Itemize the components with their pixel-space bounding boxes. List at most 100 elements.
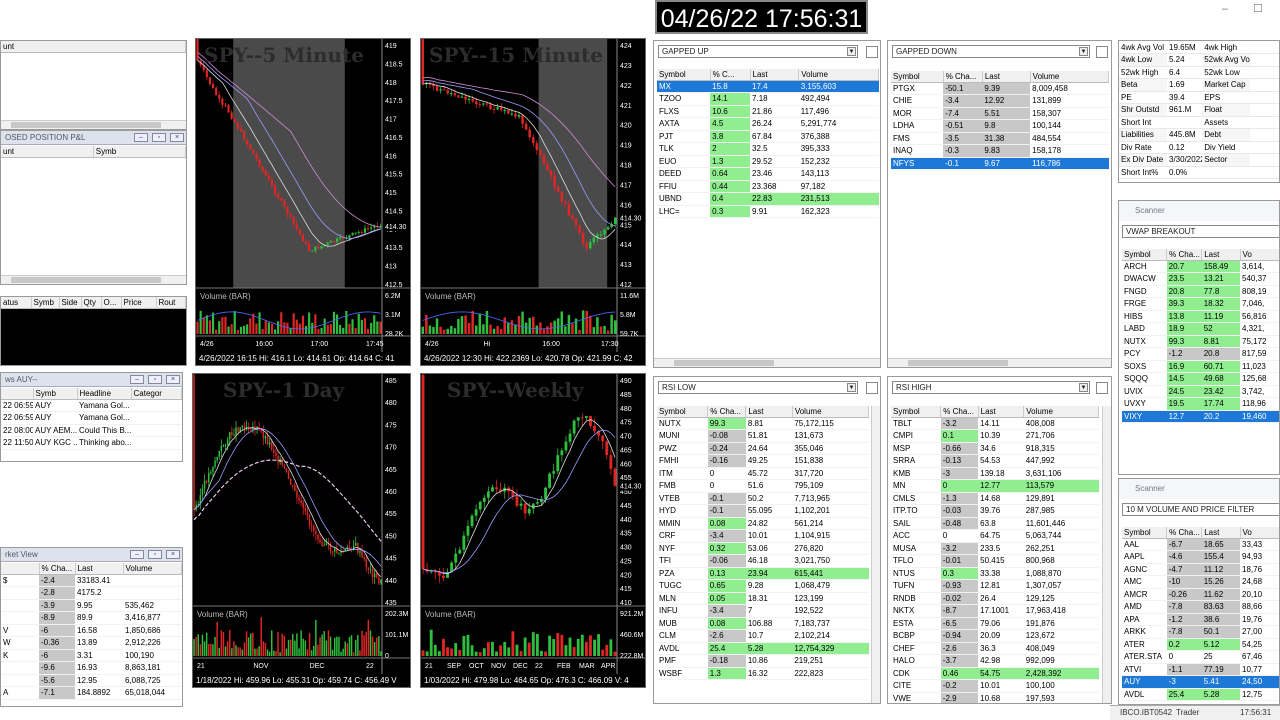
minimize-button[interactable]: – [1222, 3, 1228, 15]
scanner-row[interactable]: NUTX 99.3 8.81 75,172 [1122, 335, 1279, 348]
scanner-row[interactable]: MLN 0.05 18.31 123,199 [657, 592, 869, 605]
restore-icon[interactable]: ▫ [152, 133, 166, 142]
scanner-row[interactable]: AXTA 4.5 26.24 5,291,774 [657, 117, 879, 131]
news-row[interactable]: 22 08:00 AUY AEM... Could This B... [1, 424, 182, 437]
scanner-row[interactable]: VTEB -0.1 50.2 7,713,965 [657, 492, 869, 505]
scanner-row[interactable]: DEED 0.64 23.46 143,113 [657, 167, 879, 181]
scanner-row[interactable]: ATER.STA 0 25 67,46 [1122, 650, 1279, 664]
close-icon[interactable]: × [166, 550, 180, 559]
scanner-row[interactable]: CMLS -1.3 14.68 129,891 [891, 492, 1099, 505]
scanner-row[interactable]: FLXS 10.6 21.86 117,496 [657, 105, 879, 118]
scanner-row[interactable]: SAIL -0.48 63.8 11,601,446 [891, 517, 1099, 530]
col-3[interactable]: Vo [1240, 249, 1279, 261]
scanner-row[interactable]: UVIX 24.5 23.42 3,742, [1122, 385, 1279, 398]
horizontal-scrollbar[interactable] [1, 120, 186, 129]
col-symbol[interactable]: Symb [93, 146, 186, 158]
scanner-row[interactable]: ESTA -6.5 79.06 191,876 [891, 617, 1099, 630]
scanner-row[interactable]: INAQ -0.3 9.83 158,178 [891, 144, 1109, 158]
col-0[interactable]: Symbol [657, 406, 709, 418]
scanner-row[interactable]: TZOO 14.1 7.18 492,494 [657, 92, 879, 106]
col-2[interactable]: Last [982, 71, 1031, 83]
market-row[interactable]: W -0.36 13.89 2,912,226 [1, 636, 182, 650]
vwap-dropdown[interactable]: VWAP BREAKOUT [1122, 225, 1279, 238]
scanner-row[interactable]: SOXS 16.9 60.71 11,023 [1122, 360, 1279, 373]
scanner-row[interactable]: PZA 0.13 23.94 615,441 [657, 567, 869, 580]
scanner-row[interactable]: ACC 0 64.75 5,063,744 [891, 529, 1099, 543]
col-1[interactable]: % Cha... [1166, 249, 1203, 261]
col-order[interactable]: O... [101, 297, 122, 309]
col-symbol[interactable]: Symb [31, 297, 60, 309]
horizontal-scrollbar[interactable] [654, 358, 880, 367]
scanner-row[interactable]: FMS -3.5 31.38 484,554 [891, 132, 1109, 145]
scanner-row[interactable]: CLM -2.6 10.7 2,102,214 [657, 629, 869, 643]
scanner-row[interactable]: HYD -0.1 55.095 1,102,201 [657, 504, 869, 518]
scanner-row[interactable]: ATVI -1.1 77.19 10,77 [1122, 663, 1279, 676]
scanner-row[interactable]: TBLT -3.2 14.11 408,008 [891, 417, 1099, 430]
scanner-row[interactable]: ITP.TO -0.03 39.76 287,985 [891, 504, 1099, 518]
col-symbol[interactable] [1, 563, 40, 575]
chart-canvas[interactable]: 419 418.5 418 417.5 417 416.5 416 415.5 415 414.5… [196, 39, 410, 365]
scanner-row[interactable]: AGNC -4.7 11.12 18,76 [1122, 563, 1279, 576]
scanner-row[interactable]: CHIE -3.4 12.92 131,899 [891, 94, 1109, 108]
volume-filter-dropdown[interactable]: 10 M VOLUME AND PRICE FILTER [1122, 503, 1279, 516]
scanner-row[interactable]: WSBF 1.3 16.32 222,823 [657, 667, 869, 680]
news-row[interactable]: 22 06:59 AUY Yamana Gol... [1, 411, 182, 425]
col-2[interactable]: Last [978, 406, 1025, 418]
scanner-row[interactable]: UVXY 19.5 17.74 118,96 [1122, 397, 1279, 411]
col-account[interactable]: unt [1, 146, 94, 158]
col-symbol[interactable]: Symb [33, 388, 78, 400]
horizontal-scrollbar[interactable] [1, 275, 186, 284]
col-3[interactable]: Vo [1240, 527, 1279, 539]
col-1[interactable]: % Cha... [943, 71, 983, 83]
col-0[interactable]: Symbol [891, 71, 944, 83]
col-last[interactable]: Last [75, 563, 124, 575]
chart-spy-5min[interactable]: 419 418.5 418 417.5 417 416.5 416 415.5 415 414.5… [195, 38, 411, 366]
scanner-row[interactable]: EUO 1.3 29.52 152,232 [657, 155, 879, 168]
scanner-row[interactable]: CITE -0.2 10.01 100,100 [891, 679, 1099, 693]
scanner-row[interactable]: ARKK -7.8 50.1 27,00 [1122, 625, 1279, 639]
col-status[interactable]: atus [1, 297, 32, 309]
market-row[interactable]: K -6 3.31 100,190 [1, 649, 182, 662]
scanner-row[interactable]: MUNI -0.08 51.81 131,673 [657, 429, 869, 443]
scanner-row[interactable]: PJT 3.8 67.84 376,388 [657, 130, 879, 143]
scanner-row[interactable]: CHEF -2.6 36.3 408,049 [891, 642, 1099, 655]
vertical-scrollbar[interactable] [871, 406, 880, 703]
col-3[interactable]: Volume [1023, 406, 1099, 418]
scanner-row[interactable]: MX 15.8 17.4 3,155,603 [657, 80, 879, 93]
col-route[interactable]: Rout [156, 297, 186, 309]
scanner-row[interactable]: INFU -3.4 7 192,522 [657, 604, 869, 618]
scanner-row[interactable]: TFLO -0.01 50.415 800,968 [891, 554, 1099, 568]
col-3[interactable]: Volume [1030, 71, 1110, 83]
settings-box[interactable] [1096, 382, 1108, 394]
scanner-row[interactable]: AMC -10 15.26 24,68 [1122, 575, 1279, 589]
col-2[interactable]: Last [750, 69, 800, 81]
market-row[interactable]: -3.9 9.95 535,462 [1, 599, 182, 612]
scanner-row[interactable]: MOR -7.4 5.51 158,307 [891, 107, 1109, 120]
col-side[interactable]: Side [59, 297, 82, 309]
settings-box[interactable] [866, 46, 878, 58]
minimize-icon[interactable]: – [130, 375, 144, 384]
scanner-row[interactable]: MUB 0.08 106.88 7,183,737 [657, 617, 869, 630]
rsi-high-dropdown[interactable]: RSI HIGH ▼ [892, 381, 1090, 394]
scanner-row[interactable]: AMCR -0.26 11.62 20,10 [1122, 588, 1279, 601]
restore-icon[interactable]: ▫ [148, 550, 162, 559]
scanner-row[interactable]: LABD 18.9 52 4,321, [1122, 322, 1279, 336]
scanner-row[interactable]: NTUS 0.3 33.38 1,088,870 [891, 567, 1099, 580]
chevron-down-icon[interactable]: ▼ [1079, 383, 1088, 392]
scanner-row[interactable]: UBND 0.4 22.83 231,513 [657, 192, 879, 206]
market-row[interactable]: -5.6 12.95 6,088,725 [1, 674, 182, 687]
scanner-row[interactable]: KMB -3 139.18 3,631,106 [891, 467, 1099, 480]
col-category[interactable]: Categor [131, 388, 182, 400]
chart-spy-15min[interactable]: 424 423 422 421 420 419 418 417 416 415 414 413 412 4… [420, 38, 646, 366]
col-1[interactable]: % Cha... [707, 406, 747, 418]
minimize-icon[interactable]: – [134, 133, 148, 142]
scanner-row[interactable]: TUFN -0.93 12.81 1,307,057 [891, 579, 1099, 593]
market-row[interactable]: A -7.1 184.8892 65,018,044 [1, 686, 182, 700]
gapped-down-dropdown[interactable]: GAPPED DOWN ▼ [892, 45, 1090, 58]
col-1[interactable]: % Cha... [1166, 527, 1203, 539]
scanner-row[interactable]: AUY -3 5.41 24,50 [1122, 675, 1279, 689]
chevron-down-icon[interactable]: ▼ [1079, 47, 1088, 56]
col-0[interactable]: Symbol [1122, 249, 1168, 261]
col-time[interactable] [1, 388, 34, 400]
scanner-row[interactable]: MMIN 0.08 24.82 561,214 [657, 517, 869, 530]
